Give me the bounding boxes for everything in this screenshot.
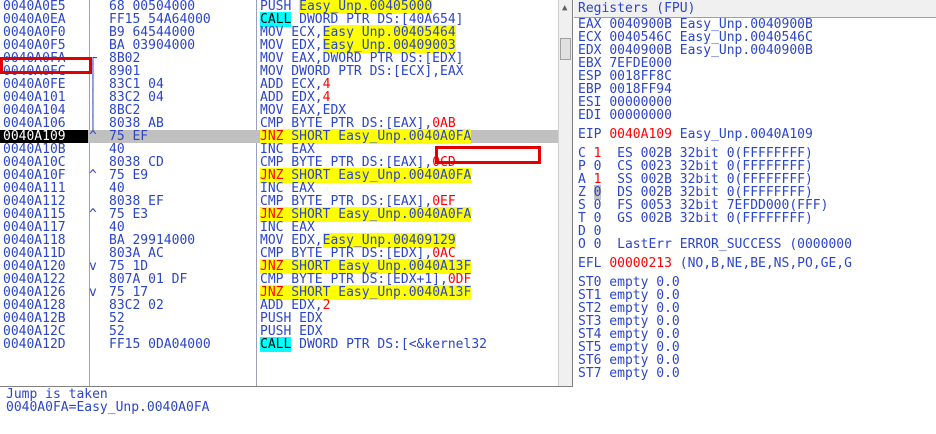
flags-segments: C 1 ES 002B 32bit 0(FFFFFFFF) P 0 CS 0023… <box>574 147 936 251</box>
jump-arrow-icon: ^ <box>89 129 97 144</box>
jump-arrow-icon <box>89 143 109 156</box>
disasm-row[interactable]: 0040A12D FF15 0DA04000 CALL DWORD PTR DS:[… <box>0 337 572 352</box>
jump-arrow-icon: ^ <box>89 207 97 222</box>
command-part: 2 <box>322 298 331 313</box>
disasm-command: CALL DWORD PTR DS:[<&kernel32 <box>260 337 487 352</box>
jump-arrow-icon <box>89 325 109 338</box>
jump-arrow-icon: v <box>89 285 97 300</box>
jump-arrow-icon <box>89 0 109 13</box>
fpu-registers: ST0 empty 0.0 ST1 empty 0.0 ST2 empty 0.0 S… <box>574 276 936 380</box>
command-part: DWORD PTR DS:[<&kernel32 <box>291 337 487 352</box>
highlight-box-address <box>0 57 92 74</box>
jump-arrow-icon <box>89 234 109 247</box>
register-eip[interactable]: EIP 0040A109 Easy_Unp.0040A109 <box>574 128 936 141</box>
registers-pane[interactable]: Registers (FPU) EAX 0040900B Easy_Unp.00… <box>574 0 936 434</box>
jump-arrow-icon <box>89 26 109 39</box>
disasm-address: 0040A12D <box>3 337 66 352</box>
scroll-thumb[interactable] <box>560 38 571 60</box>
jump-arrow-icon <box>89 221 109 234</box>
register-edi[interactable]: EDI 00000000 <box>574 109 936 122</box>
disassembly-pane[interactable]: 0040A0E5 68 00504000 PUSH Easy_Unp.0040500… <box>0 0 573 387</box>
info-jump-target: 0040A0FA=Easy_Unp.0040A0FA <box>6 400 210 415</box>
jump-arrow-icon: ^ <box>89 168 97 183</box>
disassembly-rows: 0040A0E5 68 00504000 PUSH Easy_Unp.0040500… <box>0 0 572 352</box>
register-efl[interactable]: EFL 00000213 (NO,B,NE,BE,NS,PO,GE,G <box>574 257 936 270</box>
general-registers: EAX 0040900B Easy_Unp.0040900B ECX 004054… <box>574 18 936 122</box>
flag-row[interactable]: O 0 LastErr ERROR_SUCCESS (0000000 <box>574 238 936 251</box>
vertical-scrollbar[interactable]: ▲ <box>558 0 572 386</box>
jump-arrow-icon <box>89 13 109 26</box>
jump-arrow-icon <box>89 338 109 351</box>
flag-row[interactable]: T 0 GS 002B 32bit 0(FFFFFFFF) <box>574 212 936 225</box>
scroll-up-arrow-icon[interactable]: ▲ <box>562 2 567 15</box>
command-part: CALL <box>260 337 292 352</box>
info-pane: Jump is taken 0040A0FA=Easy_Unp.0040A0FA <box>0 388 572 434</box>
jump-arrow-icon: v <box>89 259 97 274</box>
registers-title[interactable]: Registers (FPU) <box>574 0 936 18</box>
debugger-window: 0040A0E5 68 00504000 PUSH Easy_Unp.0040500… <box>0 0 936 434</box>
jump-arrow-icon <box>89 299 109 312</box>
fpu-register[interactable]: ST7 empty 0.0 <box>574 367 936 380</box>
highlight-box-target <box>435 146 541 164</box>
disasm-hex: FF15 0DA04000 <box>109 337 211 352</box>
jump-arrow-icon <box>89 182 109 195</box>
jump-arrow-icon <box>89 312 109 325</box>
